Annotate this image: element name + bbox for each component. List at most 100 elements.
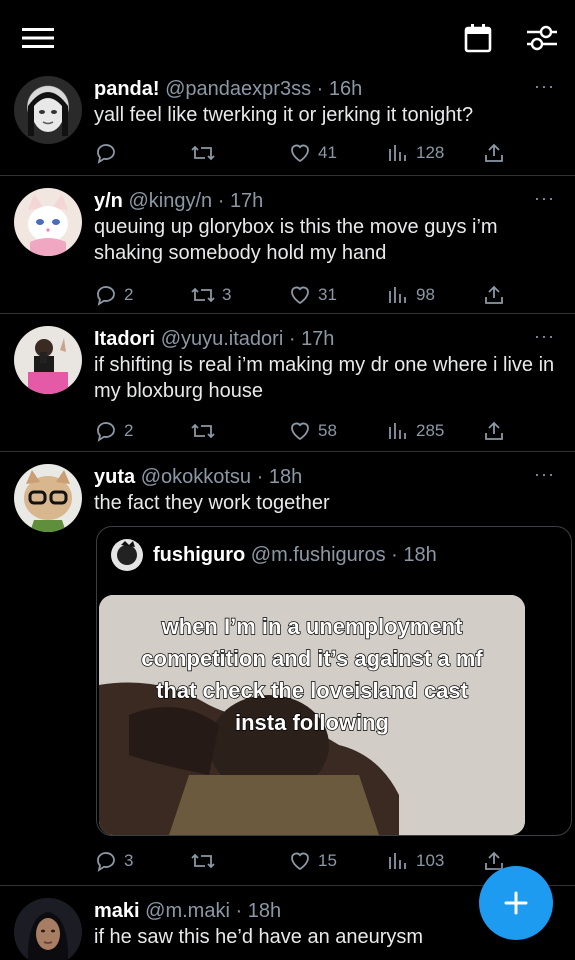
display-name[interactable]: yuta	[94, 466, 135, 488]
reply-icon	[97, 422, 115, 442]
avatar[interactable]	[14, 464, 82, 532]
retweet-icon	[191, 287, 215, 303]
retweet-button[interactable]: 3	[190, 282, 231, 308]
timeline-feed: panda! @pandaexpr3ss · 16h yall feel lik…	[0, 72, 575, 960]
view-count: 103	[416, 851, 445, 870]
reply-button[interactable]: 3	[94, 848, 133, 874]
calendar-icon[interactable]	[458, 18, 498, 58]
separator: ·	[288, 328, 296, 350]
hamburger-menu-icon[interactable]	[18, 18, 58, 58]
user-handle[interactable]: @pandaexpr3ss	[165, 78, 311, 100]
tweet[interactable]: panda! @pandaexpr3ss · 16h yall feel lik…	[0, 72, 575, 176]
user-handle[interactable]: @m.maki	[145, 900, 230, 922]
caption-line: insta following	[234, 709, 389, 735]
quoted-timestamp: 18h	[403, 544, 437, 566]
retweet-button[interactable]	[190, 848, 222, 874]
views-button[interactable]: 285	[386, 418, 444, 444]
heart-icon	[291, 852, 309, 871]
more-options-icon[interactable]: ···	[534, 326, 555, 347]
reply-count: 3	[124, 851, 134, 870]
more-options-icon[interactable]: ···	[534, 76, 555, 97]
like-button[interactable]: 41	[288, 140, 337, 166]
heart-icon	[291, 422, 309, 441]
views-button[interactable]: 103	[386, 848, 444, 874]
top-bar	[0, 0, 575, 72]
retweet-icon	[191, 145, 215, 161]
reply-icon	[97, 852, 115, 872]
separator: ·	[235, 900, 243, 922]
display-name[interactable]: y/n	[94, 190, 123, 212]
caption-line: that check the loveisland cast	[155, 677, 468, 703]
retweet-icon	[191, 853, 215, 869]
view-count: 285	[416, 421, 445, 440]
views-icon	[389, 853, 406, 869]
like-count: 41	[318, 143, 337, 162]
view-count: 128	[416, 143, 445, 162]
display-name[interactable]: panda!	[94, 78, 160, 100]
retweet-icon	[191, 423, 215, 439]
reply-button[interactable]: 2	[94, 282, 133, 308]
more-options-icon[interactable]: ···	[534, 188, 555, 209]
view-count: 98	[416, 285, 435, 304]
retweet-button[interactable]	[190, 418, 222, 444]
heart-icon	[291, 144, 309, 163]
avatar[interactable]	[14, 188, 82, 256]
share-button[interactable]	[482, 282, 506, 308]
tweet[interactable]: yuta @okokkotsu · 18h the fact they work…	[0, 452, 575, 886]
tweet[interactable]: y/n @kingy/n · 17h queuing up glorybox i…	[0, 176, 575, 314]
quoted-media-image[interactable]: when I’m in a unemployment competition a…	[99, 595, 525, 835]
timestamp: 18h	[247, 900, 282, 922]
share-button[interactable]	[482, 140, 506, 166]
tweet-text: queuing up glorybox is this the move guy…	[94, 216, 498, 264]
retweet-button[interactable]	[190, 140, 222, 166]
tweet-text: if shifting is real i’m making my dr one…	[94, 354, 555, 402]
like-button[interactable]: 15	[288, 848, 337, 874]
views-icon	[389, 287, 406, 303]
tweet-actions: 41 128	[94, 140, 504, 166]
share-icon	[485, 285, 503, 304]
reply-button[interactable]: 2	[94, 418, 133, 444]
like-count: 31	[318, 285, 337, 304]
views-icon	[389, 423, 406, 439]
sliders-icon[interactable]	[522, 18, 562, 58]
views-icon	[389, 145, 406, 161]
quoted-user-handle: @m.fushiguros	[250, 544, 386, 566]
user-handle[interactable]: @yuyu.itadori	[161, 328, 284, 350]
avatar[interactable]	[14, 76, 82, 144]
like-button[interactable]: 58	[288, 418, 337, 444]
separator: ·	[316, 78, 324, 100]
share-icon	[485, 421, 503, 440]
tweet-text: yall feel like twerking it or jerking it…	[94, 104, 474, 126]
quoted-tweet[interactable]: fushiguro @m.fushiguros · 18h when I’m i…	[96, 526, 572, 836]
user-handle[interactable]: @okokkotsu	[141, 466, 251, 488]
reply-icon	[97, 144, 115, 164]
reply-button[interactable]	[94, 140, 124, 166]
quoted-display-name: fushiguro	[153, 544, 246, 566]
share-icon	[485, 143, 503, 162]
share-button[interactable]	[482, 418, 506, 444]
plus-icon	[504, 891, 528, 915]
caption-line: competition and it’s against a mf	[141, 645, 484, 671]
timestamp: 17h	[229, 190, 264, 212]
user-handle[interactable]: @kingy/n	[128, 190, 212, 212]
more-options-icon[interactable]: ···	[534, 464, 555, 485]
tweet[interactable]: Itadori @yuyu.itadori · 17h if shifting …	[0, 314, 575, 452]
avatar[interactable]	[14, 898, 82, 960]
like-count: 58	[318, 421, 337, 440]
tweet-text: the fact they work together	[94, 492, 330, 514]
display-name[interactable]: Itadori	[94, 328, 155, 350]
views-button[interactable]: 128	[386, 140, 444, 166]
caption-line: when I’m in a unemployment	[161, 613, 463, 639]
reply-count: 2	[124, 285, 134, 304]
avatar[interactable]	[14, 326, 82, 394]
views-button[interactable]: 98	[386, 282, 435, 308]
reply-count: 2	[124, 421, 134, 440]
separator: ·	[391, 544, 398, 566]
like-button[interactable]: 31	[288, 282, 337, 308]
tweet-actions: 2 3 31 98	[94, 282, 504, 308]
retweet-count: 3	[222, 285, 232, 304]
tweet-actions: 2 58 285	[94, 418, 504, 444]
compose-tweet-button[interactable]	[479, 866, 553, 940]
timestamp: 18h	[268, 466, 303, 488]
display-name[interactable]: maki	[94, 900, 140, 922]
